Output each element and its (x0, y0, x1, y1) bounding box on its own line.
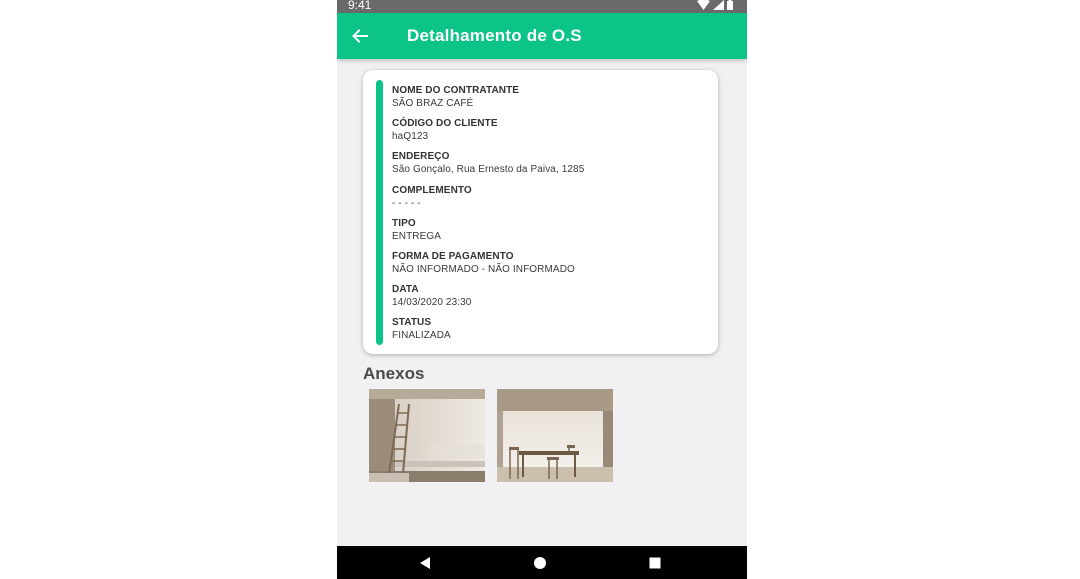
field-label: FORMA DE PAGAMENTO (392, 250, 514, 262)
nav-home-button[interactable] (532, 555, 548, 571)
page-title: Detalhamento de O.S (407, 26, 582, 45)
attachments-title: Anexos (363, 364, 425, 383)
field-value: NÃO INFORMADO - NÃO INFORMADO (392, 263, 575, 275)
order-details-card: NOME DO CONTRATANTE SÃO BRAZ CAFÉ CÓDIGO… (363, 70, 718, 354)
status-icons (697, 0, 733, 10)
field-value: ENTREGA (392, 230, 442, 242)
nav-back-icon (420, 557, 430, 569)
field-value: SÃO BRAZ CAFÉ (392, 98, 474, 109)
detail-field-type: TIPO ENTREGA (392, 217, 710, 250)
field-label: DATA (392, 284, 419, 296)
arrow-left-icon (352, 29, 368, 43)
field-value: FINALIZADA (392, 330, 451, 342)
details-list: NOME DO CONTRATANTE SÃO BRAZ CAFÉ CÓDIGO… (392, 84, 710, 350)
nav-recents-icon (649, 557, 661, 569)
field-label: COMPLEMENTO (392, 184, 472, 196)
nav-back-button[interactable] (417, 555, 433, 571)
status-time: 9:41 (348, 0, 372, 12)
field-label: ENDEREÇO (392, 151, 450, 163)
attachment-thumbnail[interactable] (497, 389, 613, 482)
field-label: CÓDIGO DO CLIENTE (392, 118, 498, 130)
app-bar: Detalhamento de O.S (337, 13, 747, 59)
nav-home-icon (534, 557, 546, 569)
detail-field-address: ENDEREÇO São Gonçalo, Rua Ernesto da Pai… (392, 150, 710, 183)
nav-recents-button[interactable] (647, 555, 663, 571)
phone-screen: 9:41 Detalhamento de O.S NOME DO CONTRAT… (337, 0, 747, 579)
field-label: NOME DO CONTRATANTE (392, 85, 520, 96)
field-value: 14/03/2020 23:30 (392, 297, 472, 309)
detail-field-client-code: CÓDIGO DO CLIENTE haQ123 (392, 117, 710, 150)
detail-field-date: DATA 14/03/2020 23:30 (392, 283, 710, 316)
battery-icon (727, 0, 733, 10)
detail-field-status: STATUS FINALIZADA (392, 316, 710, 349)
back-button[interactable] (347, 23, 373, 49)
room-photo-ladder (369, 389, 485, 482)
detail-field-payment-method: FORMA DE PAGAMENTO NÃO INFORMADO - NÃO I… (392, 250, 710, 283)
field-label: STATUS (392, 317, 432, 329)
navigation-bar (337, 546, 747, 579)
detail-field-complement: COMPLEMENTO - - - - - (392, 184, 710, 217)
field-label: TIPO (392, 217, 416, 229)
status-bar: 9:41 (337, 0, 747, 13)
card-accent-bar (376, 80, 383, 345)
field-value: São Gonçalo, Rua Ernesto da Paiva, 1285 (392, 164, 585, 176)
room-photo-dining-table (497, 389, 613, 482)
detail-field-contractor-name: NOME DO CONTRATANTE SÃO BRAZ CAFÉ (392, 84, 710, 117)
field-value: haQ123 (392, 131, 429, 143)
attachment-thumbnail[interactable] (369, 389, 485, 482)
wifi-icon (697, 0, 710, 10)
field-value: - - - - - (392, 197, 421, 209)
signal-icon (713, 0, 724, 10)
